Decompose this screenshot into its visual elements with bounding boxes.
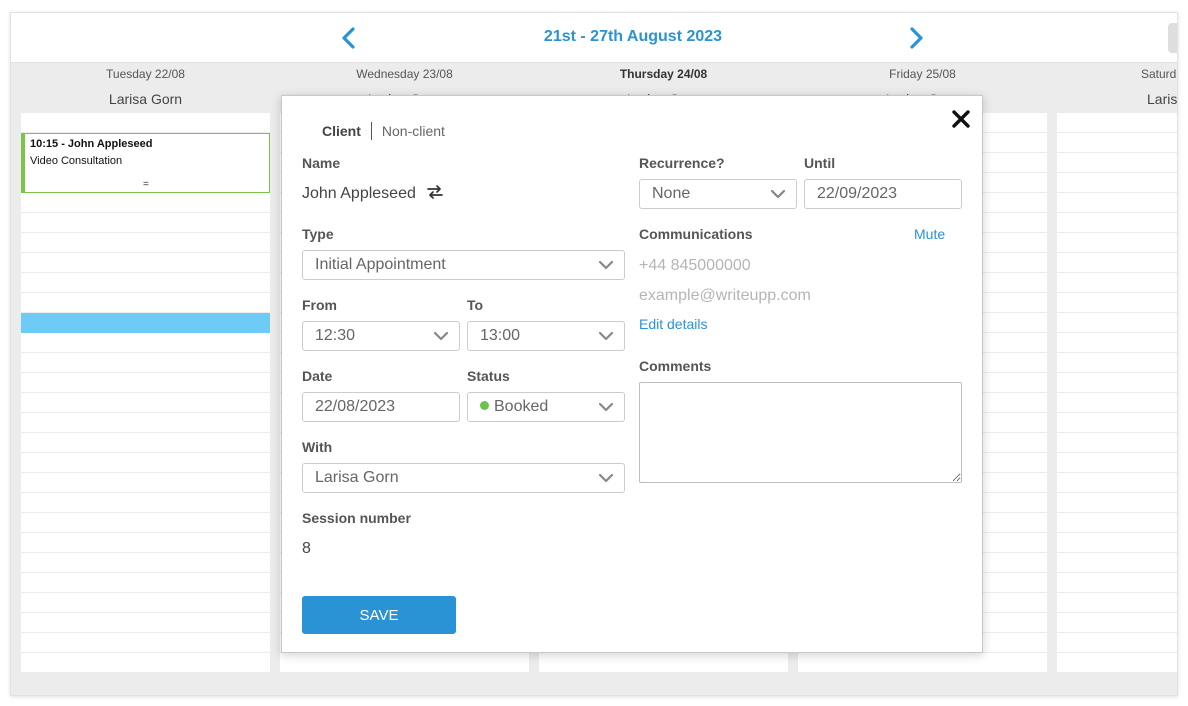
practitioner-name: Larisa Gorn (108, 91, 183, 107)
with-select-value: Larisa Gorn (315, 469, 399, 486)
day-column-saturday: Saturday 26/08 Larisa Gorn (1057, 63, 1178, 695)
day-header: Tuesday 22/08 Larisa Gorn (21, 63, 270, 113)
chevron-right-icon (910, 27, 923, 49)
edit-details-link[interactable]: Edit details (639, 316, 707, 332)
appointment-card[interactable]: 10:15 - John Appleseed Video Consultatio… (21, 133, 270, 193)
chevron-down-icon (598, 260, 614, 270)
day-name: Tuesday 22/08 (106, 67, 185, 81)
day-name: Thursday 24/08 (619, 67, 708, 81)
communications-label: Communications (639, 226, 753, 242)
from-time-value: 12:30 (315, 327, 356, 344)
day-name: Saturday 26/08 (1141, 67, 1177, 81)
tab-non-client[interactable]: Non-client (382, 123, 445, 139)
from-time-select[interactable]: 12:30 (302, 321, 460, 351)
date-input-value: 22/08/2023 (315, 398, 396, 415)
day-name: Wednesday 23/08 (356, 67, 453, 81)
session-number-label: Session number (302, 510, 411, 526)
day-column-tuesday: Tuesday 22/08 Larisa Gorn 10:15 - John A… (21, 63, 270, 695)
comments-textarea[interactable] (639, 382, 962, 483)
tab-divider (370, 122, 372, 140)
type-select-value: Initial Appointment (315, 256, 446, 273)
chevron-down-icon (433, 331, 449, 341)
comments-label: Comments (639, 358, 712, 374)
date-input[interactable]: 22/08/2023 (302, 392, 460, 422)
status-label: Status (467, 368, 510, 384)
close-icon (952, 110, 970, 128)
client-name-text: John Appleseed (302, 185, 416, 202)
next-week-button[interactable] (905, 26, 927, 50)
calendar-topbar: 21st - 27th August 2023 (11, 13, 1177, 63)
date-label: Date (302, 368, 333, 384)
status-select[interactable]: Booked (467, 392, 625, 422)
email-placeholder: example@writeupp.com (639, 287, 811, 304)
type-label: Type (302, 226, 334, 242)
chevron-down-icon (770, 189, 786, 199)
toolbar-button[interactable] (1168, 23, 1177, 53)
from-label: From (302, 297, 337, 313)
day-slots[interactable]: 10:15 - John Appleseed Video Consultatio… (21, 113, 270, 673)
day-header: Saturday 26/08 Larisa Gorn (1057, 63, 1178, 113)
to-label: To (467, 297, 484, 313)
recurrence-select[interactable]: None (639, 179, 797, 209)
client-name: John Appleseed (302, 185, 444, 203)
mute-link[interactable]: Mute (914, 226, 945, 242)
phone-placeholder: +44 845000000 (639, 257, 751, 274)
session-number-value: 8 (302, 540, 311, 557)
tab-client[interactable]: Client (322, 123, 361, 139)
to-time-value: 13:00 (480, 327, 521, 344)
day-slots[interactable] (1057, 113, 1177, 673)
until-date-input[interactable]: 22/09/2023 (804, 179, 962, 209)
selected-slot[interactable] (21, 313, 270, 333)
with-select[interactable]: Larisa Gorn (302, 463, 625, 493)
appointment-title: 10:15 - John Appleseed (30, 138, 153, 150)
appointment-type: Video Consultation (30, 155, 123, 167)
until-date-value: 22/09/2023 (817, 185, 898, 202)
resize-handle[interactable]: = (143, 179, 149, 190)
client-type-tabs: Client Non-client (322, 122, 445, 140)
recurrence-label: Recurrence? (639, 155, 725, 171)
to-time-select[interactable]: 13:00 (467, 321, 625, 351)
week-title: 21st - 27th August 2023 (543, 28, 723, 45)
appointment-modal: Client Non-client Name John Appleseed Ty… (281, 95, 983, 653)
close-button[interactable] (950, 108, 972, 130)
swap-client-icon[interactable] (426, 185, 444, 199)
status-dot-icon (480, 401, 489, 410)
practitioner-name: Larisa Gorn (1147, 91, 1178, 107)
status-value: Booked (494, 398, 549, 415)
with-label: With (302, 439, 333, 455)
until-label: Until (804, 155, 836, 171)
chevron-down-icon (598, 331, 614, 341)
name-label: Name (302, 155, 341, 171)
type-select[interactable]: Initial Appointment (302, 250, 625, 280)
save-button[interactable]: SAVE (302, 596, 456, 634)
day-name: Friday 25/08 (889, 67, 956, 81)
chevron-down-icon (598, 402, 614, 412)
recurrence-value: None (652, 185, 691, 202)
chevron-down-icon (598, 473, 614, 483)
